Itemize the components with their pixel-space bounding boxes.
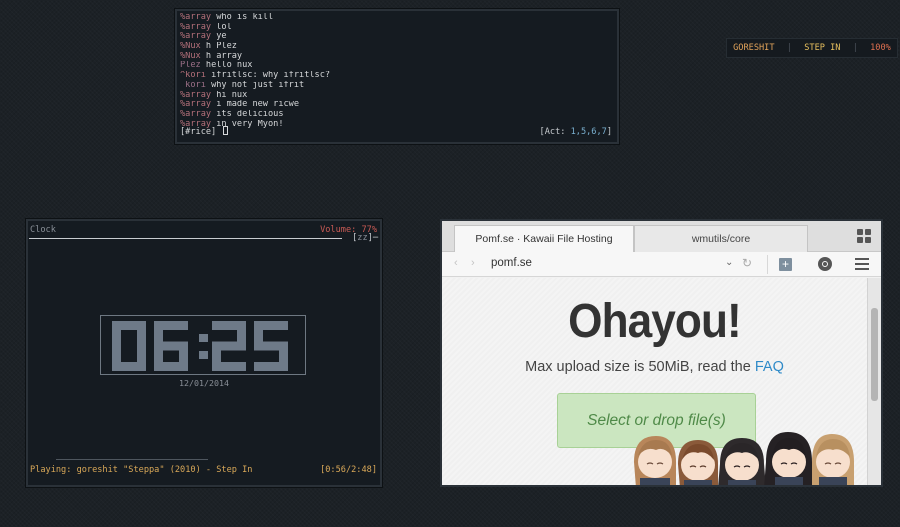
character-1 <box>634 436 676 485</box>
activity-suffix: ] <box>606 127 612 138</box>
irc-message-text: lol <box>216 22 232 32</box>
character-2 <box>678 440 718 485</box>
navigation-bar: ‹ › pomf.se ⌄ ↻ + <box>442 252 881 277</box>
irc-activity-indicator: [Act: 1,5,6,7] <box>539 127 612 138</box>
hamburger-menu-icon[interactable] <box>855 258 869 270</box>
plus-icon[interactable]: + <box>779 258 792 271</box>
tab-grid-icon[interactable] <box>857 229 871 243</box>
irc-nick: %Nux <box>180 51 201 61</box>
forward-arrow-icon[interactable]: › <box>471 257 475 269</box>
irc-nick: %array <box>180 13 212 22</box>
activity-channels: 1,5,6,7 <box>570 127 607 138</box>
clock-digit-segment <box>112 321 121 348</box>
irc-message-line: %Nux h array <box>180 52 614 62</box>
irc-message-line: %array hi nux <box>180 91 614 101</box>
tab-bar: Pomf.se · Kawaii File Hosting wmutils/co… <box>442 221 881 252</box>
irc-message-log: %array who is kill %array lol %array ye %Nu… <box>180 13 614 129</box>
upload-info-text: Max upload size is 50MiB, read the <box>525 359 755 375</box>
reload-icon[interactable]: ↻ <box>742 256 752 270</box>
upload-info: Max upload size is 50MiB, read the FAQ <box>442 359 867 375</box>
irc-channel-prompt: [#rice] <box>180 127 217 138</box>
back-arrow-icon[interactable]: ‹ <box>454 257 458 269</box>
page-content: Ohayou! Max upload size is 50MiB, read t… <box>442 278 867 485</box>
music-status-bar: GORESHIT | STEP IN | 100% <box>726 38 898 58</box>
character-5 <box>812 434 854 485</box>
status-separator: | <box>852 43 858 53</box>
irc-message-text: who is kill <box>216 13 274 22</box>
text-cursor <box>223 126 229 136</box>
status-track-title: STEP IN <box>804 43 841 53</box>
url-text[interactable]: pomf.se <box>491 257 532 269</box>
irc-nick: %array <box>180 109 212 119</box>
irc-message-text: why not just ifrit <box>211 80 305 90</box>
faq-link[interactable]: FAQ <box>755 359 784 375</box>
status-volume: 100% <box>870 43 891 53</box>
zz-text: zz <box>357 233 368 243</box>
tab-wmutils[interactable]: wmutils/core <box>634 225 808 252</box>
irc-message-line: %array who is kill <box>180 13 614 23</box>
clock-music-terminal[interactable]: Clock Volume: 77% [zz]─ 12/01/2014 Playi… <box>26 219 382 487</box>
irc-nick: %array <box>180 22 212 32</box>
activity-prefix: [Act: <box>539 127 571 138</box>
clock-digits <box>112 321 288 371</box>
clock-digit-segment <box>137 321 146 348</box>
page-scrollbar[interactable] <box>867 278 881 485</box>
zz-indicator: [zz]─ <box>352 233 378 243</box>
character-4 <box>764 432 814 485</box>
irc-terminal-window[interactable]: %array who is kill %array lol %array ye %Nu… <box>175 9 619 144</box>
irc-message-line: kori why not just ifrit <box>180 81 614 91</box>
chevron-down-icon[interactable]: ⌄ <box>725 257 733 268</box>
clock-digit-segment <box>212 362 246 371</box>
clock-digit-segment <box>112 344 121 371</box>
scroll-thumb[interactable] <box>871 308 878 401</box>
irc-message-line: %array i made new ricwe <box>180 100 614 110</box>
anime-characters-image <box>634 432 854 485</box>
irc-message-line: Plez hello nux <box>180 61 614 71</box>
clock-date: 12/01/2014 <box>179 378 229 388</box>
irc-message-line: %array its delicious <box>180 110 614 120</box>
page-heading: Ohayou! <box>568 295 742 348</box>
tab-pomf[interactable]: Pomf.se · Kawaii File Hosting <box>454 225 634 252</box>
irc-message-line: %Nux h Plez <box>180 42 614 52</box>
bottom-divider <box>56 459 208 460</box>
irc-nick: %array <box>180 90 212 100</box>
irc-nick: %array <box>180 100 212 110</box>
clock-title: Clock <box>30 225 56 235</box>
irc-nick: kori <box>180 80 206 90</box>
irc-nick: ^kori <box>180 71 206 81</box>
irc-message-text: i made new ricwe <box>216 100 300 110</box>
character-3 <box>718 438 766 485</box>
top-divider <box>29 238 342 239</box>
irc-message-text: ifritlsc: why ifritlsc? <box>211 71 331 81</box>
history-icon[interactable] <box>818 257 832 271</box>
irc-message-line: %array ye <box>180 32 614 42</box>
irc-message-text: ye <box>216 32 227 42</box>
clock-digit-segment <box>179 344 188 371</box>
irc-nick: %Nux <box>180 42 201 52</box>
irc-nick: Plez <box>180 61 201 71</box>
clock-digit-segment <box>254 362 288 371</box>
irc-nick: %array <box>180 32 212 42</box>
status-artist: GORESHIT <box>733 43 775 53</box>
irc-message-text: h Plez <box>205 42 237 52</box>
clock-colon-dot <box>199 334 208 342</box>
status-separator: | <box>786 43 792 53</box>
zz-bracket-right: ]─ <box>367 233 378 243</box>
irc-message-text: its delicious <box>216 109 284 119</box>
digital-clock <box>100 315 306 375</box>
now-playing: Playing: goreshit "Steppa" (2010) - Step… <box>30 465 253 475</box>
irc-message-text: hello nux <box>205 61 253 71</box>
clock-colon-dot <box>199 351 208 359</box>
irc-message-line: ^kori ifritlsc: why ifritlsc? <box>180 71 614 81</box>
irc-message-text: h array <box>205 51 243 61</box>
track-progress: [0:56/2:48] <box>320 465 377 475</box>
irc-input-line[interactable]: [#rice] <box>180 126 229 138</box>
browser-window[interactable]: Pomf.se · Kawaii File Hosting wmutils/co… <box>440 219 883 487</box>
irc-message-line: %array lol <box>180 23 614 33</box>
irc-message-text: hi nux <box>216 90 248 100</box>
